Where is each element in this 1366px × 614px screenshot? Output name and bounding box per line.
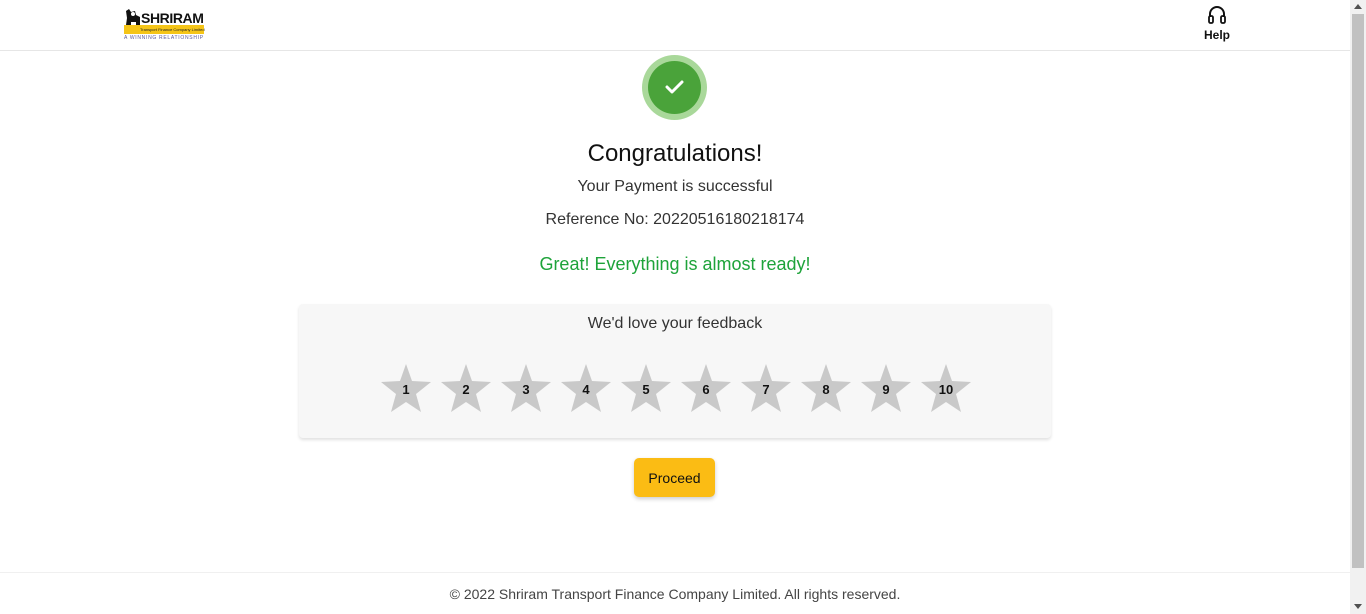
logo-subtitle: Transport Finance Company Limited <box>140 27 205 32</box>
feedback-title: We'd love your feedback <box>587 315 763 332</box>
rating-star-4[interactable]: 4 <box>559 362 613 416</box>
feedback-card: We'd love your feedback 1 2 3 4 5 6 7 8 9 10 <box>299 304 1051 438</box>
star-number: 5 <box>642 382 650 397</box>
rating-star-9[interactable]: 9 <box>859 362 913 416</box>
logo-brand: SHRIRAM <box>141 10 204 26</box>
vertical-scrollbar[interactable] <box>1350 0 1366 614</box>
check-icon <box>665 80 684 94</box>
star-number: 7 <box>762 382 770 397</box>
star-number: 9 <box>882 382 890 397</box>
help-button[interactable]: Help <box>1197 4 1237 46</box>
page: SHRIRAM Transport Finance Company Limite… <box>0 0 1350 614</box>
rating-star-2[interactable]: 2 <box>439 362 493 416</box>
shriram-logo[interactable]: SHRIRAM Transport Finance Company Limite… <box>123 8 207 42</box>
rating-star-8[interactable]: 8 <box>799 362 853 416</box>
star-number: 3 <box>522 382 530 397</box>
success-title: Congratulations! <box>587 140 763 167</box>
star-number: 4 <box>582 382 590 397</box>
rating-star-5[interactable]: 5 <box>619 362 673 416</box>
scroll-down-arrow-icon[interactable] <box>1354 604 1362 609</box>
help-label: Help <box>1203 28 1230 42</box>
footer: © 2022 Shriram Transport Finance Company… <box>0 572 1350 614</box>
copyright-text: © 2022 Shriram Transport Finance Company… <box>449 586 901 602</box>
scroll-up-arrow-icon[interactable] <box>1354 4 1362 9</box>
star-number: 2 <box>462 382 470 397</box>
rating-star-1[interactable]: 1 <box>379 362 433 416</box>
star-number: 6 <box>702 382 710 397</box>
rating-star-10[interactable]: 10 <box>919 362 973 416</box>
header: SHRIRAM Transport Finance Company Limite… <box>0 0 1350 51</box>
rating-star-7[interactable]: 7 <box>739 362 793 416</box>
ready-message: Great! Everything is almost ready! <box>539 254 811 274</box>
star-rating: 1 2 3 4 5 6 7 8 9 10 <box>379 362 979 416</box>
proceed-button[interactable]: Proceed <box>634 458 715 497</box>
star-number: 1 <box>402 382 410 397</box>
headset-icon <box>1208 6 1226 24</box>
logo-tagline: A WINNING RELATIONSHIP <box>124 35 204 41</box>
reference-number: Reference No: 20220516180218174 <box>545 211 805 228</box>
scroll-thumb[interactable] <box>1352 14 1364 568</box>
star-number: 8 <box>822 382 830 397</box>
success-badge <box>642 55 707 120</box>
star-number: 10 <box>938 382 954 397</box>
rating-star-3[interactable]: 3 <box>499 362 553 416</box>
rating-star-6[interactable]: 6 <box>679 362 733 416</box>
success-badge-core <box>648 61 701 114</box>
payment-status-text: Your Payment is successful <box>577 178 773 195</box>
